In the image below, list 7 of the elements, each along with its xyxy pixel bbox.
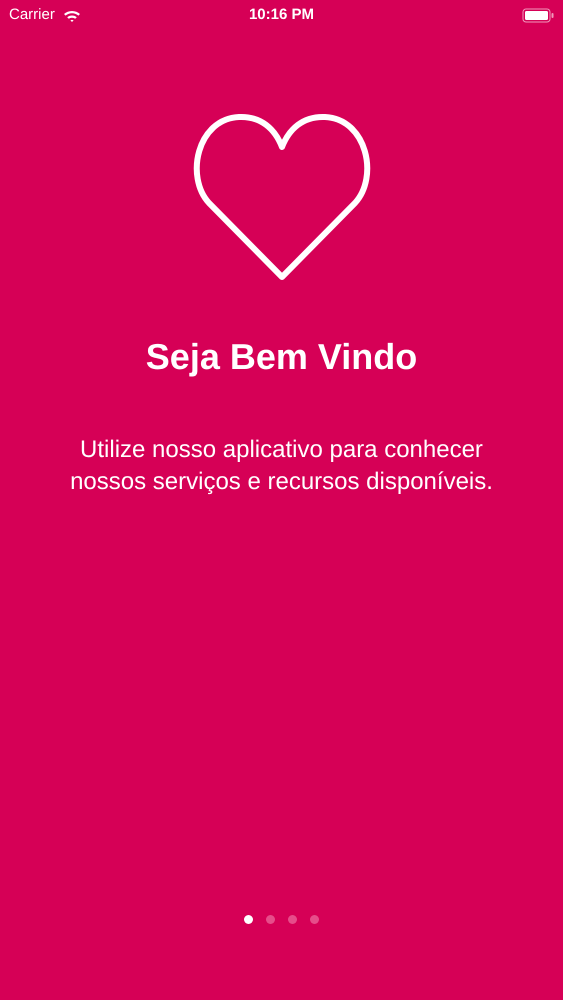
heart-icon (190, 113, 372, 283)
welcome-description: Utilize nosso aplicativo para conhecer nossos serviços e recursos disponíveis. (69, 435, 494, 497)
welcome-title: Seja Bem Vindo (144, 335, 418, 379)
carrier-label: Carrier (9, 4, 55, 25)
time-label: 10:16 PM (248, 4, 314, 25)
battery-icon (522, 8, 554, 22)
wifi-icon (62, 8, 81, 22)
